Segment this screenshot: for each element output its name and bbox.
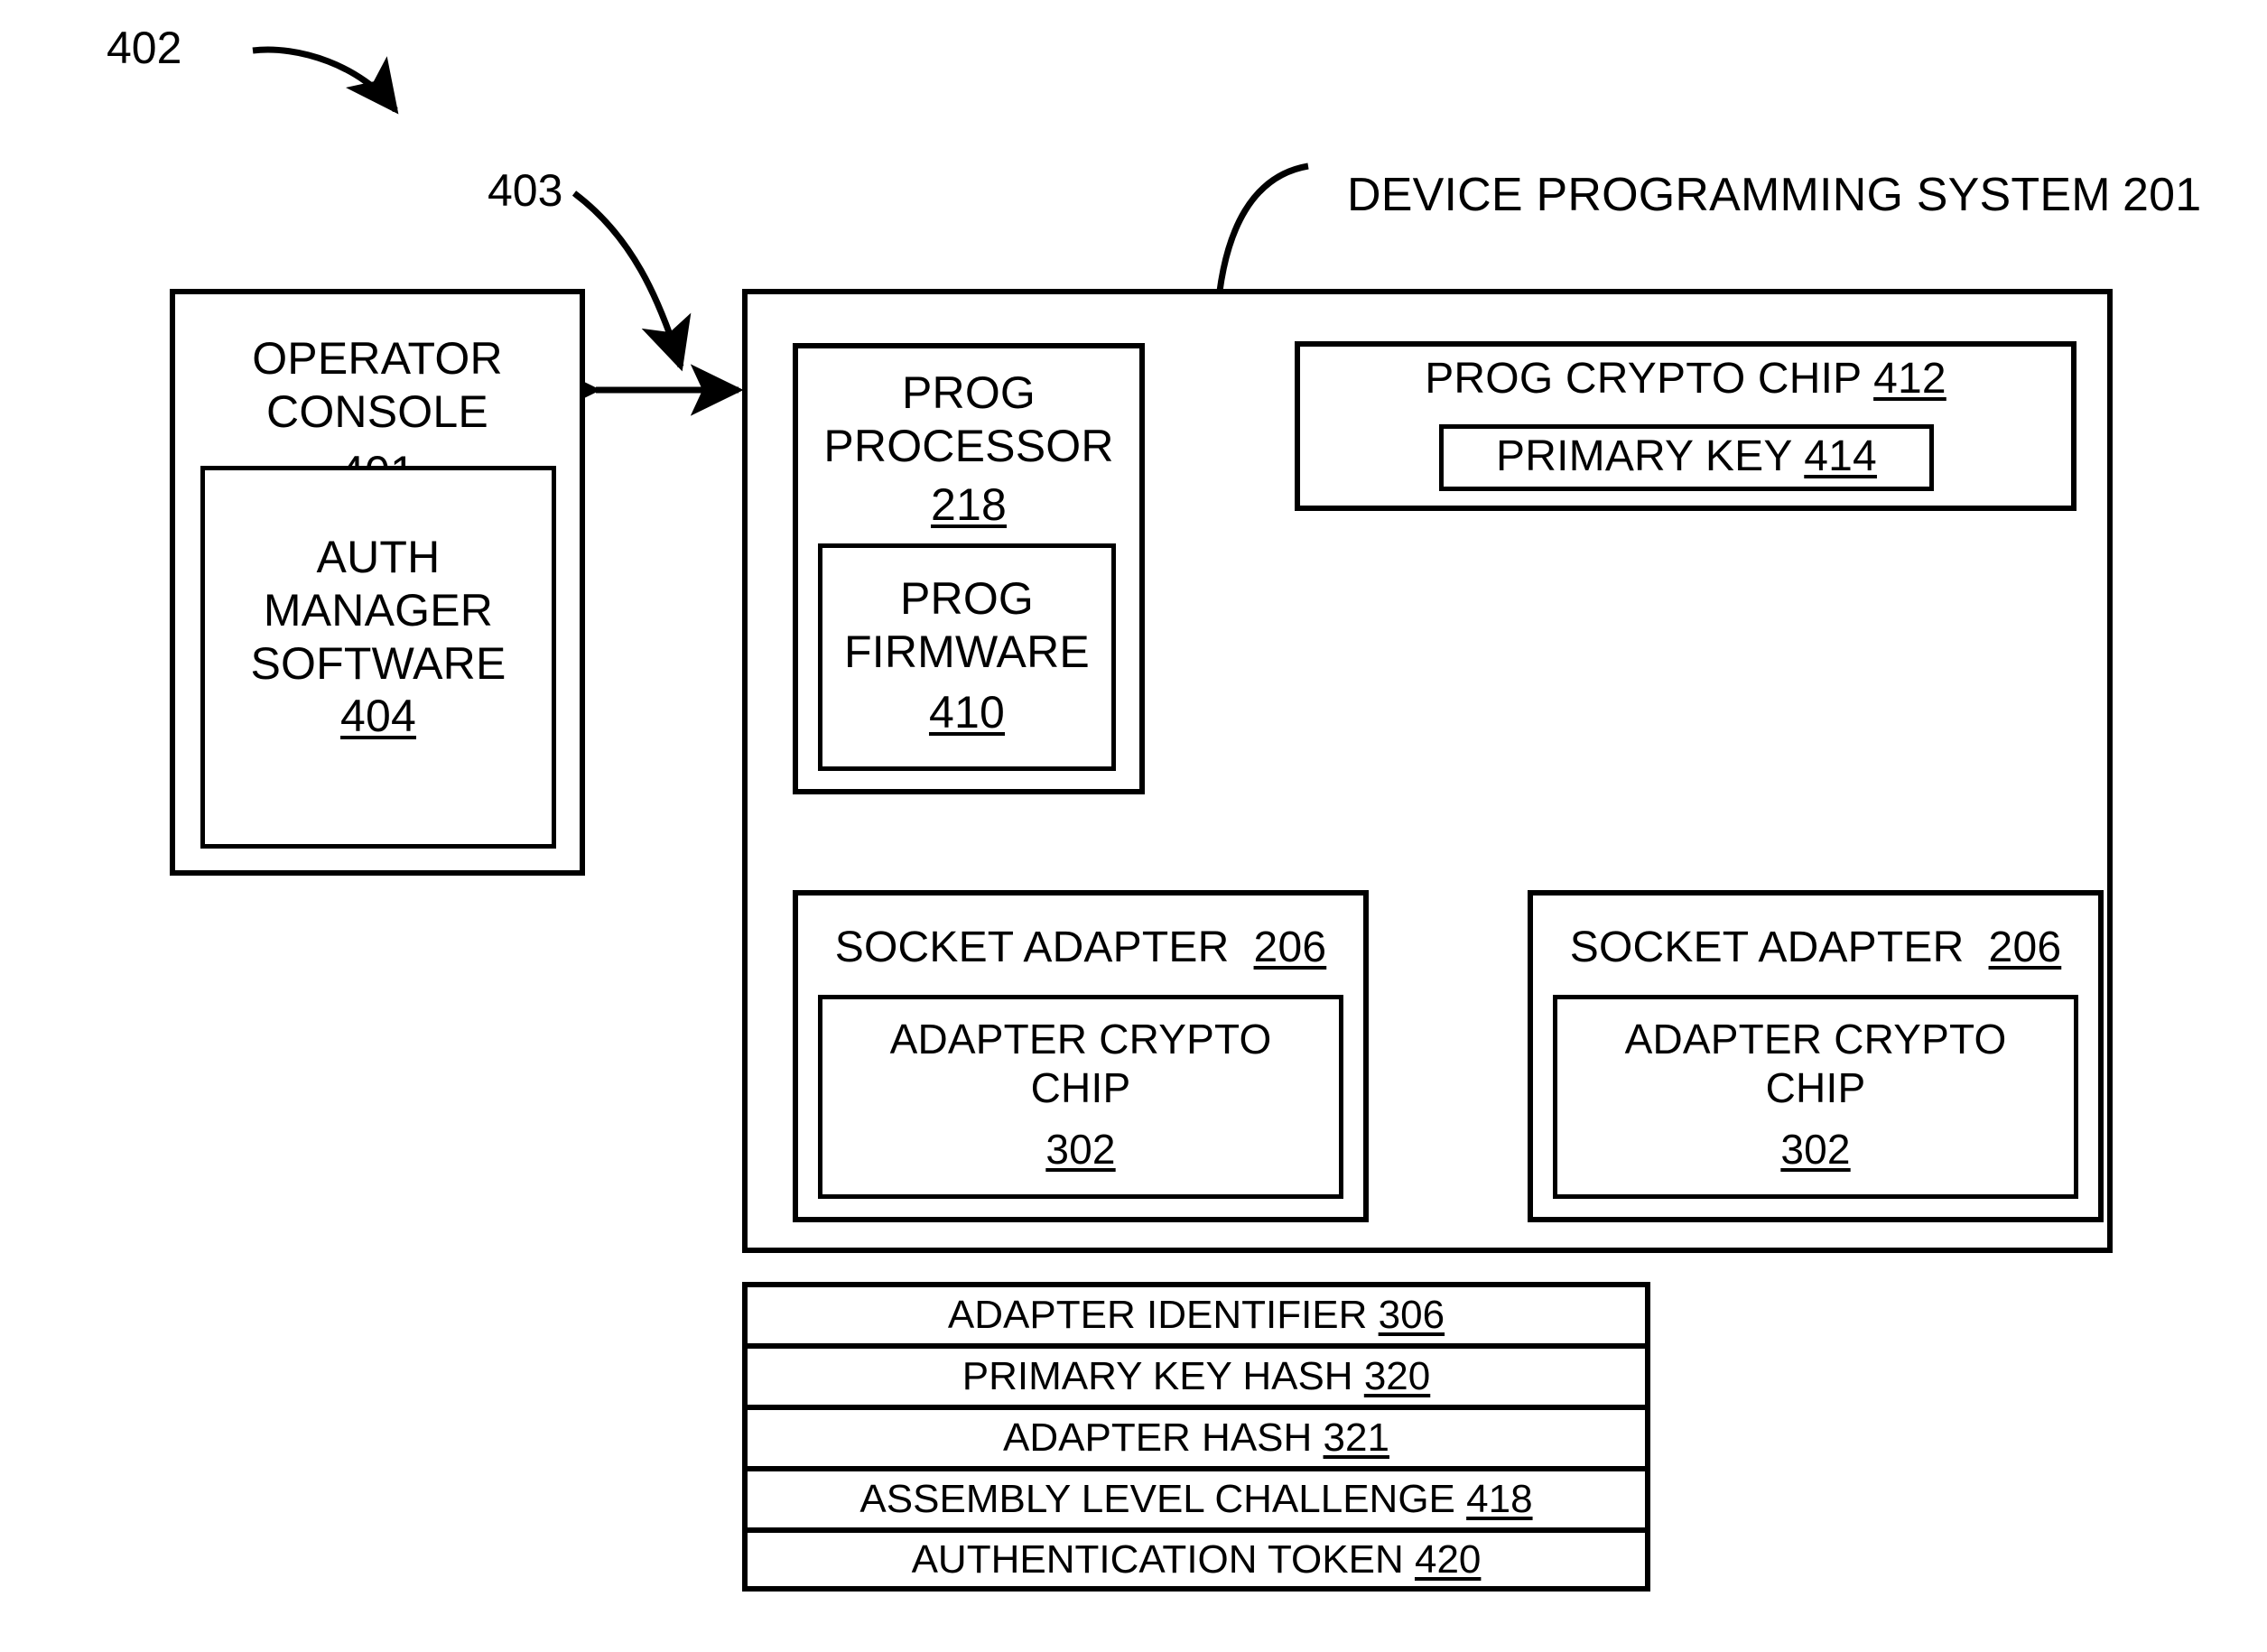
table-row[interactable]: AUTHENTICATION TOKEN 420 (742, 1527, 1650, 1592)
figure-ref-402: 402 (107, 23, 182, 73)
link-ref-403: 403 (488, 165, 563, 216)
patent-figure-canvas: 402 403 DEVICE PROGRAMMING SYSTEM 201 OP… (0, 0, 2267, 1652)
socket-adapter-1-ref: 206 (1253, 923, 1327, 971)
leader-line-403 (571, 190, 692, 372)
row-label-primary-key-hash: PRIMARY KEY HASH (962, 1354, 1353, 1398)
system-title: DEVICE PROGRAMMING SYSTEM (1347, 169, 2111, 221)
prog-crypto-chip-title: PROG CRYPTO CHIP 412 (1295, 354, 2077, 405)
row-label-assembly-level-challenge: ASSEMBLY LEVEL CHALLENGE (859, 1477, 1455, 1521)
auth-manager-software-ref: 404 (339, 691, 417, 741)
row-ref-assembly-level-challenge: 418 (1466, 1477, 1533, 1521)
prog-processor-title: PROG PROCESSOR (823, 367, 1114, 471)
operator-console-title: OPERATOR CONSOLE (252, 333, 503, 437)
leader-line-402 (252, 46, 399, 115)
adapter-attribute-table: ADAPTER IDENTIFIER 306 PRIMARY KEY HASH … (742, 1282, 1650, 1592)
adapter-crypto-chip-1-title: ADAPTER CRYPTO CHIP (889, 1016, 1272, 1112)
row-label-authentication-token: AUTHENTICATION TOKEN (911, 1536, 1404, 1582)
primary-key-label: PRIMARY KEY (1496, 432, 1792, 480)
socket-adapter-1-title: SOCKET ADAPTER 206 (798, 923, 1363, 974)
prog-crypto-chip-title-label: PROG CRYPTO CHIP (1425, 355, 1862, 403)
socket-adapter-2-label: SOCKET ADAPTER (1569, 923, 1965, 971)
table-row[interactable]: ADAPTER HASH 321 (742, 1405, 1650, 1469)
socket-adapter-2-title: SOCKET ADAPTER 206 (1533, 923, 2098, 974)
row-ref-adapter-hash: 321 (1323, 1415, 1389, 1460)
primary-key-ref: 414 (1804, 432, 1877, 480)
table-row[interactable]: ASSEMBLY LEVEL CHALLENGE 418 (742, 1466, 1650, 1530)
primary-key-title: PRIMARY KEY 414 (1439, 432, 1934, 483)
socket-adapter-1-label: SOCKET ADAPTER (834, 923, 1230, 971)
row-ref-authentication-token: 420 (1414, 1536, 1482, 1582)
adapter-crypto-chip-2-title: ADAPTER CRYPTO CHIP (1624, 1016, 2007, 1112)
row-ref-adapter-identifier: 306 (1378, 1293, 1445, 1337)
auth-manager-software-title: AUTH MANAGER SOFTWARE (250, 532, 506, 689)
row-label-adapter-identifier: ADAPTER IDENTIFIER (947, 1293, 1368, 1337)
socket-adapter-2-ref: 206 (1988, 923, 2062, 971)
adapter-crypto-chip-2-ref: 302 (1780, 1126, 1851, 1173)
adapter-crypto-chip-1-ref: 302 (1045, 1126, 1116, 1173)
prog-processor-ref: 218 (930, 479, 1008, 530)
prog-crypto-chip-ref: 412 (1873, 355, 1946, 403)
row-ref-primary-key-hash: 320 (1363, 1354, 1431, 1398)
prog-firmware-ref: 410 (928, 687, 1006, 738)
prog-firmware-title: PROG FIRMWARE (844, 573, 1090, 677)
table-row[interactable]: PRIMARY KEY HASH 320 (742, 1343, 1650, 1407)
system-ref-201: 201 (2123, 169, 2202, 221)
table-row[interactable]: ADAPTER IDENTIFIER 306 (742, 1282, 1650, 1346)
row-label-adapter-hash: ADAPTER HASH (1003, 1415, 1313, 1460)
